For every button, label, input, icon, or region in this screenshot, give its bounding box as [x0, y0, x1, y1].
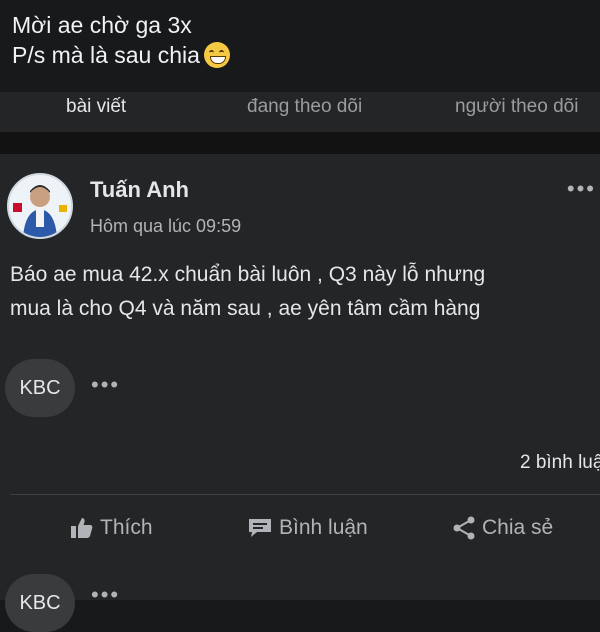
- post-body-line-1: Báo ae mua 42.x chuẩn bài luôn , Q3 này …: [10, 263, 486, 286]
- comment-count[interactable]: 2 bình luận: [520, 452, 600, 474]
- tab-followers[interactable]: người theo dõi: [455, 96, 578, 118]
- like-button[interactable]: Thích: [70, 516, 153, 540]
- post-timestamp[interactable]: Hôm qua lúc 09:59: [90, 216, 241, 237]
- tab-following[interactable]: đang theo dõi: [247, 96, 362, 118]
- post-body: Báo ae mua 42.x chuẩn bài luôn , Q3 này …: [10, 258, 600, 326]
- previous-post-line-2: P/s mà là sau chia: [12, 42, 200, 68]
- profile-tab-bar: bài viết đang theo dõi người theo dõi: [0, 92, 600, 132]
- post-options-icon[interactable]: •••: [567, 176, 596, 202]
- comment-label: Bình luận: [279, 516, 368, 539]
- previous-post-text: Mời ae chờ ga 3x P/s mà là sau chia: [12, 10, 230, 70]
- share-button[interactable]: Chia sẻ: [452, 516, 553, 540]
- comment-button[interactable]: Bình luận: [247, 516, 368, 540]
- grinning-emoji-icon: [203, 42, 230, 68]
- share-label: Chia sẻ: [482, 516, 554, 539]
- next-post-tag-more-icon[interactable]: •••: [91, 582, 120, 608]
- share-icon: [453, 516, 475, 540]
- tag-more-icon[interactable]: •••: [91, 372, 120, 398]
- thumbs-up-icon: [71, 518, 93, 538]
- avatar[interactable]: [7, 173, 73, 239]
- stock-tag-chip[interactable]: KBC: [5, 359, 75, 417]
- tab-posts[interactable]: bài viết: [66, 96, 126, 118]
- action-divider: [10, 494, 600, 495]
- post-card: Tuấn Anh Hôm qua lúc 09:59 ••• Báo ae mu…: [0, 154, 600, 632]
- previous-post-line-1: Mời ae chờ ga 3x: [12, 12, 192, 38]
- next-post-tag-chip[interactable]: KBC: [5, 574, 75, 632]
- comment-bubble-icon: [249, 519, 271, 537]
- post-author-name[interactable]: Tuấn Anh: [90, 177, 189, 203]
- like-label: Thích: [100, 516, 153, 539]
- avatar-image-icon: [9, 175, 71, 237]
- post-body-line-2: mua là cho Q4 và năm sau , ae yên tâm cầ…: [10, 297, 481, 320]
- section-separator: [0, 132, 600, 154]
